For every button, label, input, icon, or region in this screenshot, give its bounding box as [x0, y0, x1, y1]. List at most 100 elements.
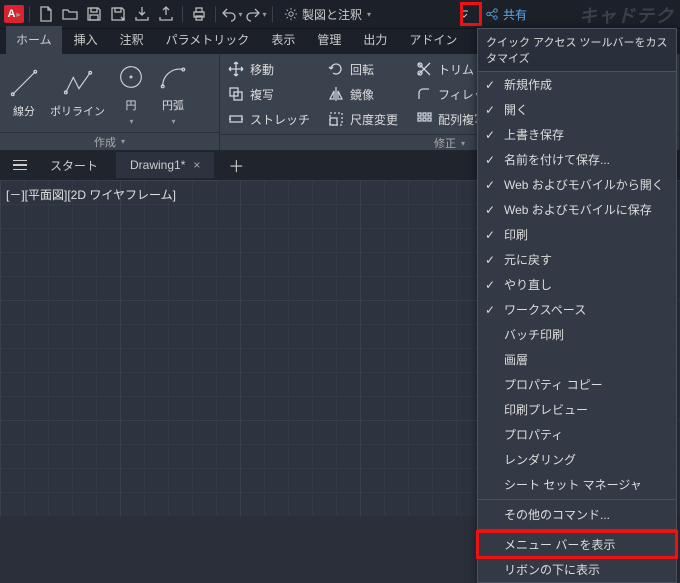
share-icon — [485, 7, 499, 21]
menu-other-commands[interactable]: その他のコマンド... — [478, 502, 676, 527]
mirror-icon — [328, 86, 344, 102]
menu-item[interactable]: レンダリング — [478, 447, 676, 472]
ribbon-tab-insert[interactable]: 挿入 — [64, 26, 108, 54]
menu-item-label: 元に戻す — [504, 251, 552, 268]
web-save-icon[interactable] — [155, 3, 177, 25]
menu-item[interactable]: 画層 — [478, 347, 676, 372]
ribbon-tab-manage[interactable]: 管理 — [307, 26, 351, 54]
saveas-icon[interactable] — [107, 3, 129, 25]
share-label: 共有 — [503, 6, 527, 23]
polyline-button[interactable]: ポリライン — [50, 67, 105, 119]
arc-icon — [157, 61, 189, 93]
menu-item[interactable]: ✓上書き保存 — [478, 122, 676, 147]
menu-item[interactable]: シート セット マネージャ — [478, 472, 676, 497]
save-icon[interactable] — [83, 3, 105, 25]
menu-item[interactable]: ✓ ワークスペース — [478, 297, 676, 322]
trim-icon — [416, 61, 432, 77]
close-icon[interactable]: × — [193, 158, 200, 172]
menu-below-ribbon[interactable]: リボンの下に表示 — [478, 557, 676, 582]
qat-customize-menu: クイック アクセス ツールバーをカスタマイズ ✓新規作成✓開く✓上書き保存✓名前… — [477, 28, 677, 583]
array-icon — [416, 111, 432, 127]
menu-item-label: レンダリング — [504, 451, 576, 468]
hamburger-icon[interactable] — [8, 153, 32, 177]
viewport-label[interactable]: [－][平面図][2D ワイヤフレーム] — [6, 186, 176, 203]
menu-item[interactable]: ✓ 元に戻す — [478, 247, 676, 272]
check-icon: ✓ — [482, 78, 498, 92]
menu-item-label: 新規作成 — [504, 76, 552, 93]
menu-item-label: 印刷 — [504, 226, 528, 243]
menu-header: クイック アクセス ツールバーをカスタマイズ — [478, 29, 676, 72]
menu-item-label: 画層 — [504, 351, 528, 368]
panel-draw-title[interactable]: 作成 ▾ — [0, 132, 219, 150]
redo-icon[interactable]: ▾ — [245, 3, 267, 25]
scale-button[interactable]: 尺度変更 — [328, 108, 398, 130]
check-icon: ✓ — [482, 178, 498, 192]
ribbon-tab-view[interactable]: 表示 — [261, 26, 305, 54]
separator — [215, 6, 216, 22]
web-open-icon[interactable] — [131, 3, 153, 25]
undo-icon[interactable]: ▾ — [221, 3, 243, 25]
separator — [182, 6, 183, 22]
check-icon: ✓ — [482, 228, 498, 242]
menu-item[interactable]: ✓ 印刷 — [478, 222, 676, 247]
separator — [29, 6, 30, 22]
ribbon-tab-output[interactable]: 出力 — [353, 26, 397, 54]
menu-item-label: ワークスペース — [504, 301, 586, 318]
check-icon: ✓ — [482, 278, 498, 292]
ribbon-tab-addin[interactable]: アドイン — [399, 26, 467, 54]
mirror-button[interactable]: 鏡像 — [328, 83, 398, 105]
menu-item[interactable]: ✓ やり直し — [478, 272, 676, 297]
menu-item-label: Web およびモバイルに保存 — [504, 201, 652, 218]
fillet-icon — [416, 86, 432, 102]
share-button[interactable]: 共有 — [485, 6, 527, 23]
chevron-down-icon: ▾ — [367, 10, 371, 19]
circle-button[interactable]: 円▾ — [115, 61, 147, 126]
menu-item[interactable]: ✓ 開く — [478, 97, 676, 122]
app-icon[interactable]: A▸ — [4, 5, 24, 23]
rotate-button[interactable]: 回転 — [328, 58, 398, 80]
menu-separator — [478, 499, 676, 500]
menu-item[interactable]: ✓ 新規作成 — [478, 72, 676, 97]
menu-item[interactable]: ✓名前を付けて保存... — [478, 147, 676, 172]
menu-item[interactable]: ✓ Web およびモバイルから開く — [478, 172, 676, 197]
new-tab-button[interactable]: ＋ — [218, 153, 254, 177]
menu-item[interactable]: 印刷プレビュー — [478, 397, 676, 422]
menu-item-label: やり直し — [504, 276, 552, 293]
open-icon[interactable] — [59, 3, 81, 25]
stretch-button[interactable]: ストレッチ — [228, 108, 310, 130]
line-button[interactable]: 線分 — [8, 67, 40, 119]
menu-show-menu-bar[interactable]: メニュー バーを表示 — [478, 532, 676, 557]
move-button[interactable]: 移動 — [228, 58, 310, 80]
menu-item[interactable]: プロパティ — [478, 422, 676, 447]
chevron-down-icon: ▾ — [238, 10, 242, 19]
ribbon-tab-annotate[interactable]: 注釈 — [110, 26, 154, 54]
doc-tab-start[interactable]: スタート — [36, 151, 112, 180]
menu-item-label: シート セット マネージャ — [504, 476, 642, 493]
menu-item-label: Web およびモバイルから開く — [504, 176, 664, 193]
copy-icon — [228, 86, 244, 102]
title-bar: A▸ ▾ ▾ 製図と注釈 ▾ 共有 — [0, 0, 680, 28]
menu-item[interactable]: ✓ Web およびモバイルに保存 — [478, 197, 676, 222]
new-icon[interactable] — [35, 3, 57, 25]
workspace-selector[interactable]: 製図と注釈 ▾ — [284, 6, 371, 23]
arc-button[interactable]: 円弧▾ — [157, 61, 189, 126]
check-icon: ✓ — [482, 253, 498, 267]
line-icon — [8, 67, 40, 99]
check-icon: ✓ — [482, 103, 498, 117]
qat-overflow-button[interactable] — [455, 3, 473, 25]
separator — [272, 6, 273, 22]
menu-item[interactable]: プロパティ コピー — [478, 372, 676, 397]
rotate-icon — [328, 61, 344, 77]
copy-button[interactable]: 複写 — [228, 83, 310, 105]
polyline-icon — [62, 67, 94, 99]
doc-tab-drawing[interactable]: Drawing1*× — [116, 152, 214, 178]
menu-separator — [478, 529, 676, 530]
check-icon: ✓ — [482, 303, 498, 317]
ribbon-tab-home[interactable]: ホーム — [6, 26, 62, 54]
check-icon: ✓ — [482, 203, 498, 217]
ribbon-tab-parametric[interactable]: パラメトリック — [156, 26, 260, 54]
print-icon[interactable] — [188, 3, 210, 25]
menu-item[interactable]: バッチ印刷 — [478, 322, 676, 347]
menu-item-label: 開く — [504, 101, 528, 118]
menu-item-label: 名前を付けて保存... — [504, 151, 610, 168]
